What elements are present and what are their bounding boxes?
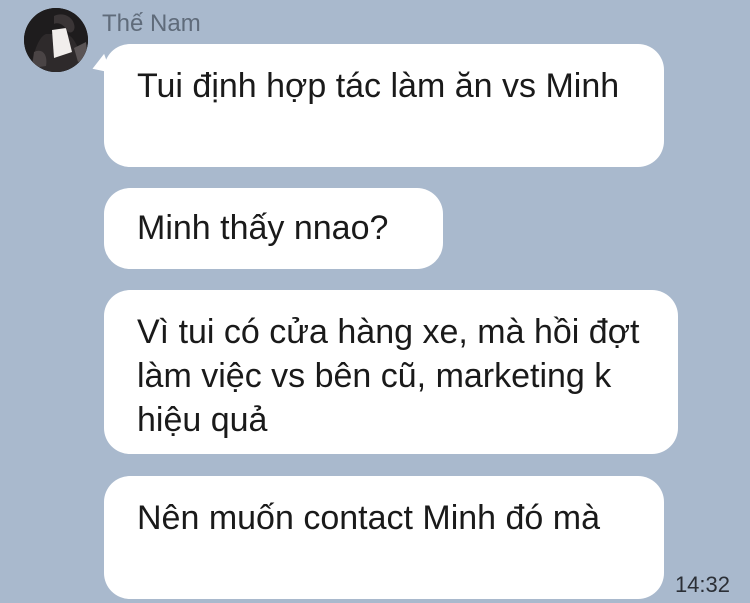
- message-text: Vì tui có cửa hàng xe, mà hồi đợt làm vi…: [137, 313, 640, 439]
- message-timestamp: 14:32: [674, 572, 730, 597]
- message-bubble[interactable]: Minh thấy nnao?: [104, 188, 443, 269]
- avatar-image: [24, 8, 88, 72]
- sender-name: Thế Nam: [102, 10, 201, 37]
- message-text: Nên muốn contact Minh đó mà: [137, 499, 601, 537]
- message-bubble[interactable]: Tui định hợp tác làm ăn vs Minh: [104, 44, 664, 167]
- avatar[interactable]: [24, 8, 88, 72]
- message-bubble[interactable]: Vì tui có cửa hàng xe, mà hồi đợt làm vi…: [104, 290, 678, 454]
- message-text: Minh thấy nnao?: [137, 209, 389, 247]
- message-bubble[interactable]: Nên muốn contact Minh đó mà: [104, 476, 664, 599]
- message-text: Tui định hợp tác làm ăn vs Minh: [137, 67, 620, 105]
